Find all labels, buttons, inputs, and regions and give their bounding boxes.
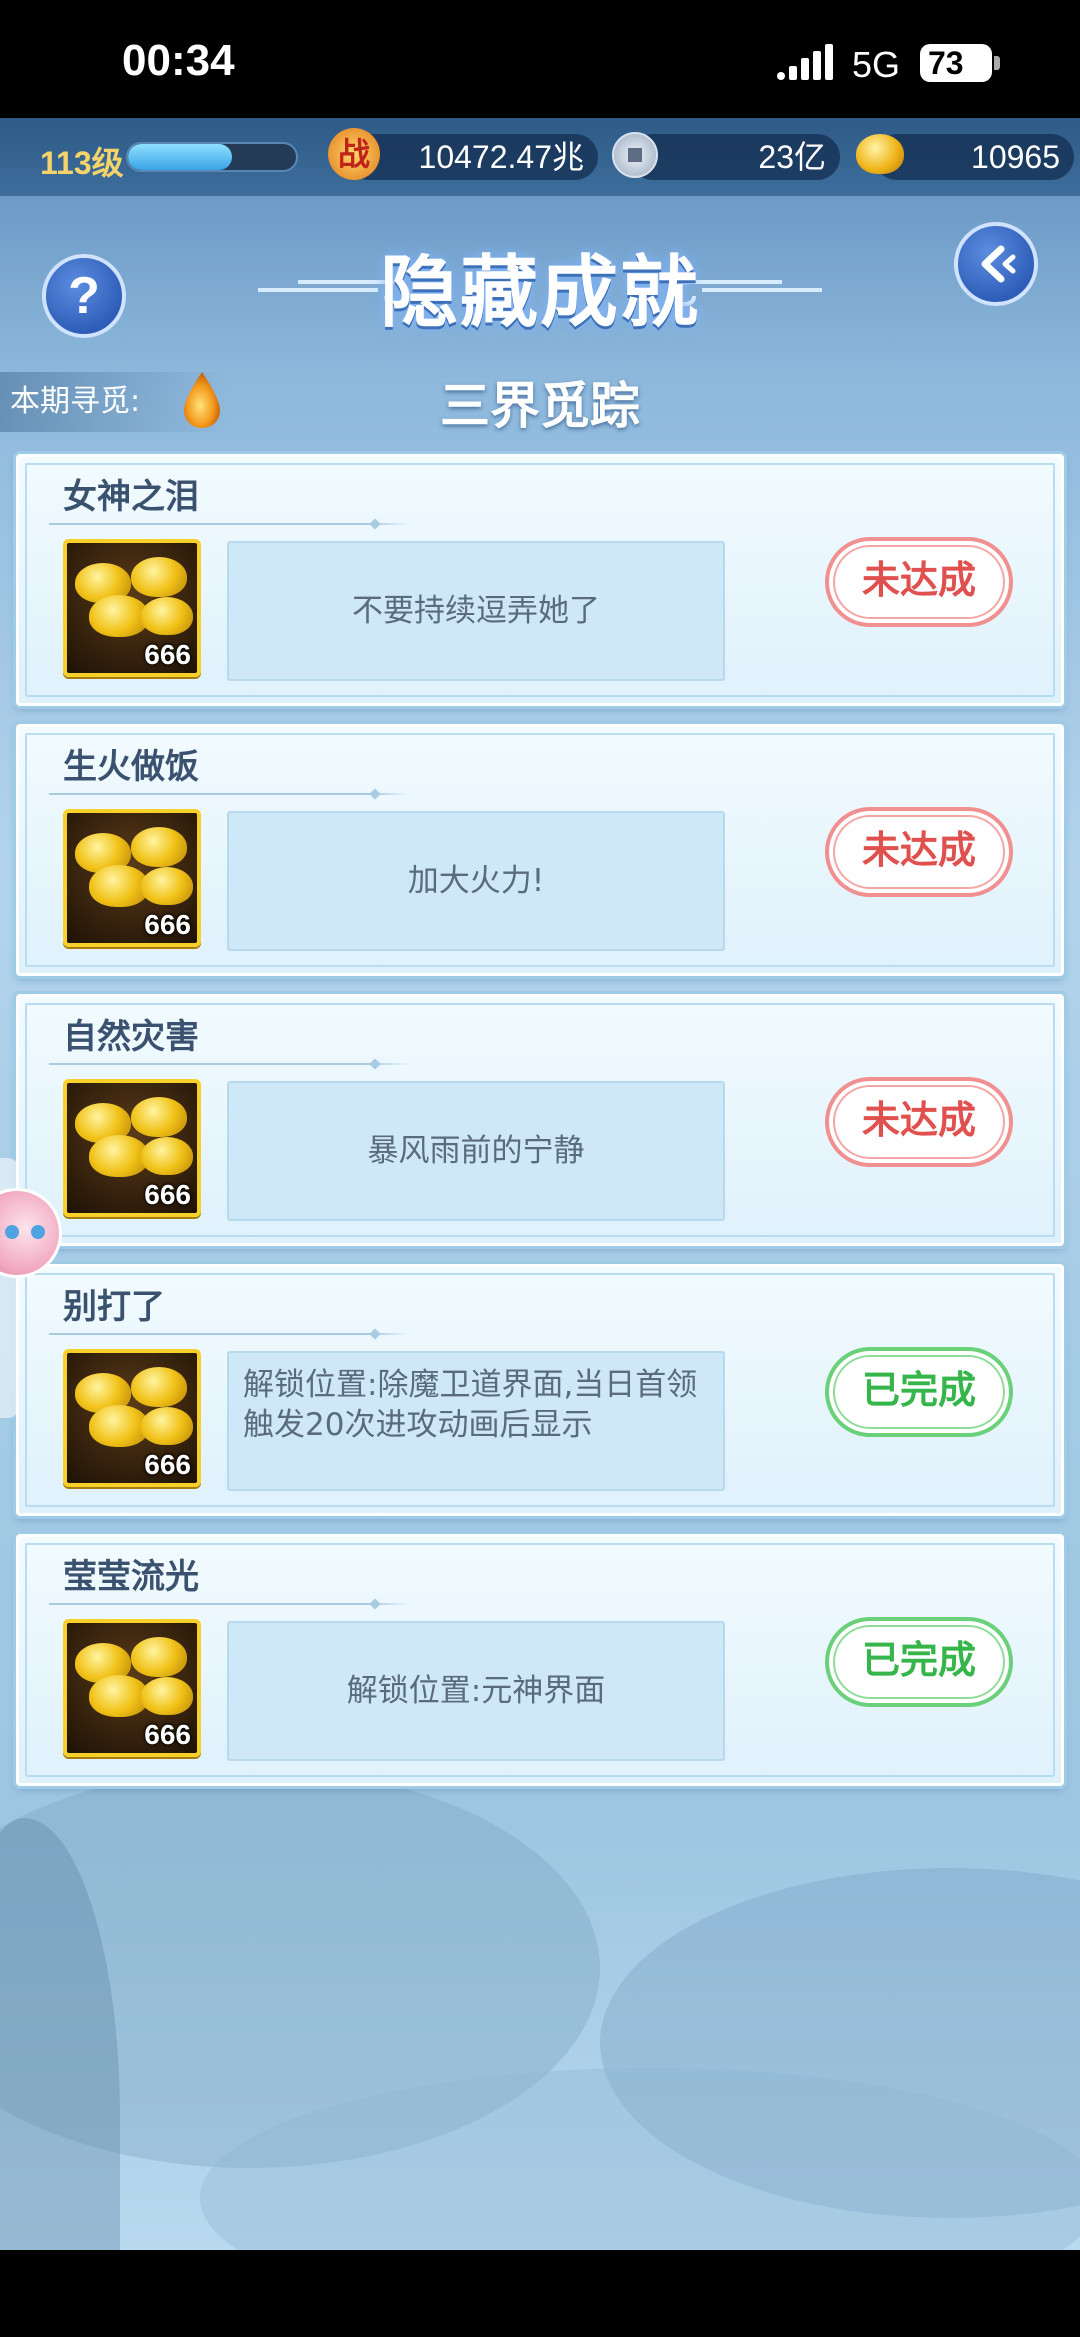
achievement-status-button[interactable]: 未达成	[825, 1077, 1013, 1167]
achievement-name: 女神之泪	[63, 477, 199, 517]
network-type: 5G	[852, 44, 901, 85]
reward-count: 666	[144, 1179, 191, 1210]
achievement-name: 生火做饭	[63, 747, 199, 787]
achievement-status-button[interactable]: 已完成	[825, 1617, 1013, 1707]
achievement-card: 女神之泪 666 不要持续逗弄她了 未达成	[16, 454, 1064, 706]
divider	[49, 1603, 409, 1605]
copper-coin-icon	[612, 132, 658, 178]
achievement-card: 自然灾害 666 暴风雨前的宁静 未达成	[16, 994, 1064, 1246]
achievement-status-button[interactable]: 已完成	[825, 1347, 1013, 1437]
reward-count: 666	[144, 639, 191, 670]
xp-bar	[126, 142, 298, 172]
coin-value: 23亿	[758, 139, 826, 175]
divider	[49, 1333, 409, 1335]
achievement-description: 解锁位置:除魔卫道界面,当日首领触发20次进攻动画后显示	[227, 1351, 725, 1491]
divider	[49, 793, 409, 795]
achievement-description: 不要持续逗弄她了	[227, 541, 725, 681]
achievement-name: 别打了	[63, 1287, 165, 1327]
back-arrow-icon	[981, 245, 1016, 283]
reward-gold-ingot-icon[interactable]: 666	[63, 809, 201, 947]
reward-count: 666	[144, 1449, 191, 1480]
game-screen: 113级 10472.47兆 战 23亿 10965 ? 隐藏成就 本期寻觅:	[0, 118, 1080, 2250]
achievement-description: 加大火力!	[227, 811, 725, 951]
reward-gold-ingot-icon[interactable]: 666	[63, 539, 201, 677]
divider	[49, 523, 409, 525]
achievement-set-title: 三界觅踪	[440, 377, 640, 435]
gold-ingot-value: 10965	[971, 139, 1060, 175]
achievement-status-button[interactable]: 未达成	[825, 807, 1013, 897]
reward-count: 666	[144, 1719, 191, 1750]
achievement-card: 莹莹流光 666 解锁位置:元神界面 已完成	[16, 1534, 1064, 1786]
achievement-description: 暴风雨前的宁静	[227, 1081, 725, 1221]
reward-gold-ingot-icon[interactable]: 666	[63, 1349, 201, 1487]
battery-tip	[994, 56, 1000, 70]
coin-pill: 23亿	[630, 134, 840, 180]
resource-bar: 113级 10472.47兆 战 23亿 10965	[0, 118, 1080, 196]
back-button[interactable]	[954, 222, 1038, 306]
player-level: 113级	[40, 145, 124, 181]
achievement-name: 莹莹流光	[63, 1557, 199, 1597]
status-bar: 00:34 5G 73	[0, 0, 1080, 118]
reward-count: 666	[144, 909, 191, 940]
achievement-status-button[interactable]: 未达成	[825, 537, 1013, 627]
gold-pill: 10965	[874, 134, 1074, 180]
achievement-card: 生火做饭 666 加大火力! 未达成	[16, 724, 1064, 976]
page-title: 隐藏成就	[379, 248, 700, 338]
divider	[49, 1063, 409, 1065]
system-nav-bar	[0, 2250, 1080, 2337]
xp-bar-fill	[128, 144, 233, 170]
battery-icon: 73	[920, 44, 992, 82]
reward-gold-ingot-icon[interactable]: 666	[63, 1619, 201, 1757]
clock: 00:34	[122, 36, 235, 85]
power-pill: 10472.47兆	[346, 134, 598, 180]
achievement-name: 自然灾害	[63, 1017, 199, 1057]
signal-icon	[777, 44, 833, 80]
gold-ingot-icon	[856, 134, 904, 174]
combat-power-icon: 战	[328, 128, 380, 180]
reward-gold-ingot-icon[interactable]: 666	[63, 1079, 201, 1217]
combat-power-value: 10472.47兆	[418, 139, 584, 175]
achievement-description: 解锁位置:元神界面	[227, 1621, 725, 1761]
achievement-card: 别打了 666 解锁位置:除魔卫道界面,当日首领触发20次进攻动画后显示 已完成	[16, 1264, 1064, 1516]
